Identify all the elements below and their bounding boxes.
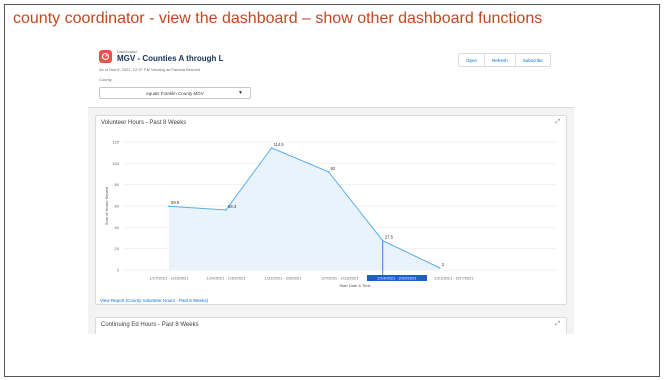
data-label: 27.5 [385,235,394,240]
card-title: Continuing Ed Hours - Past 8 Weeks [101,322,199,328]
data-point [327,171,330,173]
open-button[interactable]: Open [458,53,486,67]
refresh-button[interactable]: Refresh [485,53,516,67]
chevron-down-icon: ▼ [238,90,243,96]
dashboard-meta: As of Mar 8, 2021, 12:37 PM Viewing as P… [99,67,200,72]
x-tick-label: 2/14/2021 - 2/20/2021 [377,276,417,281]
y-axis-title: Sum of Hours Served [104,187,109,225]
data-label: 92 [331,166,336,171]
data-point [225,209,227,211]
county-filter-value: equals Franklin County MGV [146,90,204,96]
data-point [381,239,384,242]
data-label: 114.5 [274,142,285,147]
x-tick-label: 2/21/2021 - 2/27/2021 [434,276,474,281]
y-tick-label: 60 [115,204,120,209]
continuing-ed-card: Continuing Ed Hours - Past 8 Weeks ⤢ [95,317,567,334]
y-tick-label: 40 [115,225,120,230]
volunteer-hours-chart: 0 20 40 60 80 100 120 1/17/2021 - 1/23/2021 1/2… [104,140,556,288]
view-report-link[interactable]: View Report (County Volunteer Hours - Pa… [100,298,208,303]
header-button-group: Open Refresh Subscribe [458,53,551,67]
y-tick-label: 100 [112,161,119,166]
x-tick-label: 1/31/2021 - 2/6/2021 [265,276,303,281]
volunteer-hours-card: Volunteer Hours - Past 8 Weeks ⤢ 0 20 40 60… [95,115,567,305]
x-tick-label: 1/24/2021 - 1/30/2021 [206,276,246,281]
x-tick-label: 1/17/2021 - 1/23/2021 [149,276,189,281]
data-point [438,267,441,269]
y-tick-label: 80 [115,182,120,187]
x-tick-label: 2/7/2021 - 2/13/2021 [322,276,360,281]
slide-title: county coordinator - view the dashboard … [13,10,543,27]
y-tick-label: 120 [112,140,119,145]
data-point [270,147,273,149]
subscribe-button[interactable]: Subscribe [515,53,551,67]
county-filter-select[interactable]: equals Franklin County MGV ▼ [99,87,251,99]
dashboard-title: MGV - Counties A through L [117,54,224,63]
data-point [168,205,170,208]
dashboard-icon [99,50,112,63]
x-axis-title: Start Date & Time [339,283,371,288]
data-label: 59.8 [171,200,180,205]
expand-icon[interactable]: ⤢ [555,321,560,328]
dashboard-header: Dashboard MGV - Counties A through L As … [88,42,574,108]
data-label: 2 [442,262,445,267]
filter-label: County [99,77,112,82]
data-label: 56.3 [228,204,237,209]
y-tick-label: 0 [117,268,120,273]
y-tick-label: 20 [115,246,120,251]
dashboard-app: Dashboard MGV - Counties A through L As … [88,42,574,334]
